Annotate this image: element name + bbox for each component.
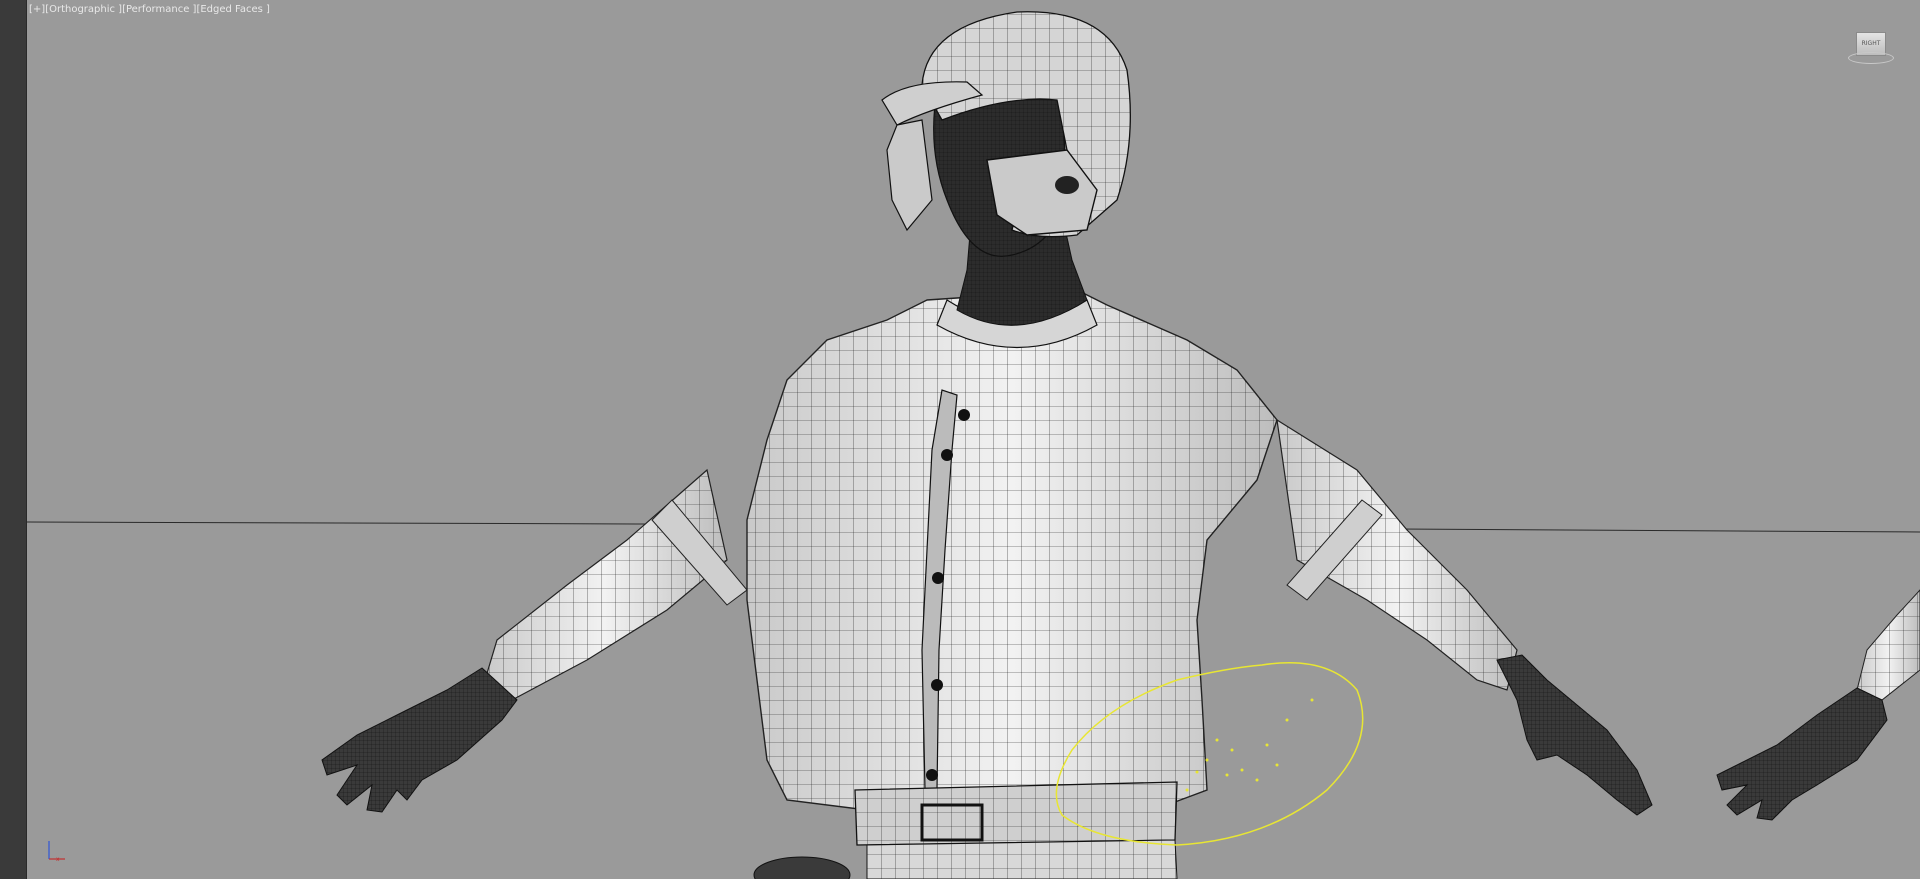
max-viewport-window: [+][Orthographic ][Performance ][Edged F…: [0, 0, 1920, 879]
second-character-arm: [1716, 589, 1920, 821]
axis-x-label: x: [56, 856, 60, 863]
ground-line-right: [1386, 528, 1920, 533]
left-command-strip[interactable]: [0, 0, 27, 879]
viewport-plus-menu[interactable]: [+]: [29, 4, 45, 15]
viewport-shading-menu[interactable]: [Edged Faces ]: [196, 4, 270, 15]
axis-tripod-icon: x: [48, 841, 65, 863]
viewport-view-menu[interactable]: [Orthographic ]: [45, 4, 122, 15]
shirt-button-5: [926, 769, 938, 781]
viewcube-compass-ring[interactable]: [1848, 52, 1894, 64]
helmet-ear-hole: [1055, 176, 1079, 194]
shirt-button-3: [932, 572, 944, 584]
orthographic-viewport[interactable]: [+][Orthographic ][Performance ][Edged F…: [27, 0, 1920, 879]
viewcube[interactable]: RIGHT: [1848, 30, 1894, 64]
left-arm-mesh: [321, 468, 748, 813]
right-arm-mesh: [1276, 418, 1653, 816]
glove-bottom-mesh: [753, 856, 851, 879]
belt-mesh: [854, 781, 1178, 846]
shirt-button-1: [958, 409, 970, 421]
ground-line-left: [27, 521, 648, 525]
torso-shirt-mesh: [746, 289, 1278, 819]
viewport-label-menu: [+][Orthographic ][Performance ][Edged F…: [29, 4, 270, 15]
viewport-performance-menu[interactable]: [Performance ]: [122, 4, 196, 15]
shirt-button-2: [941, 449, 953, 461]
shirt-button-4: [931, 679, 943, 691]
scene-canvas[interactable]: [27, 0, 1920, 879]
